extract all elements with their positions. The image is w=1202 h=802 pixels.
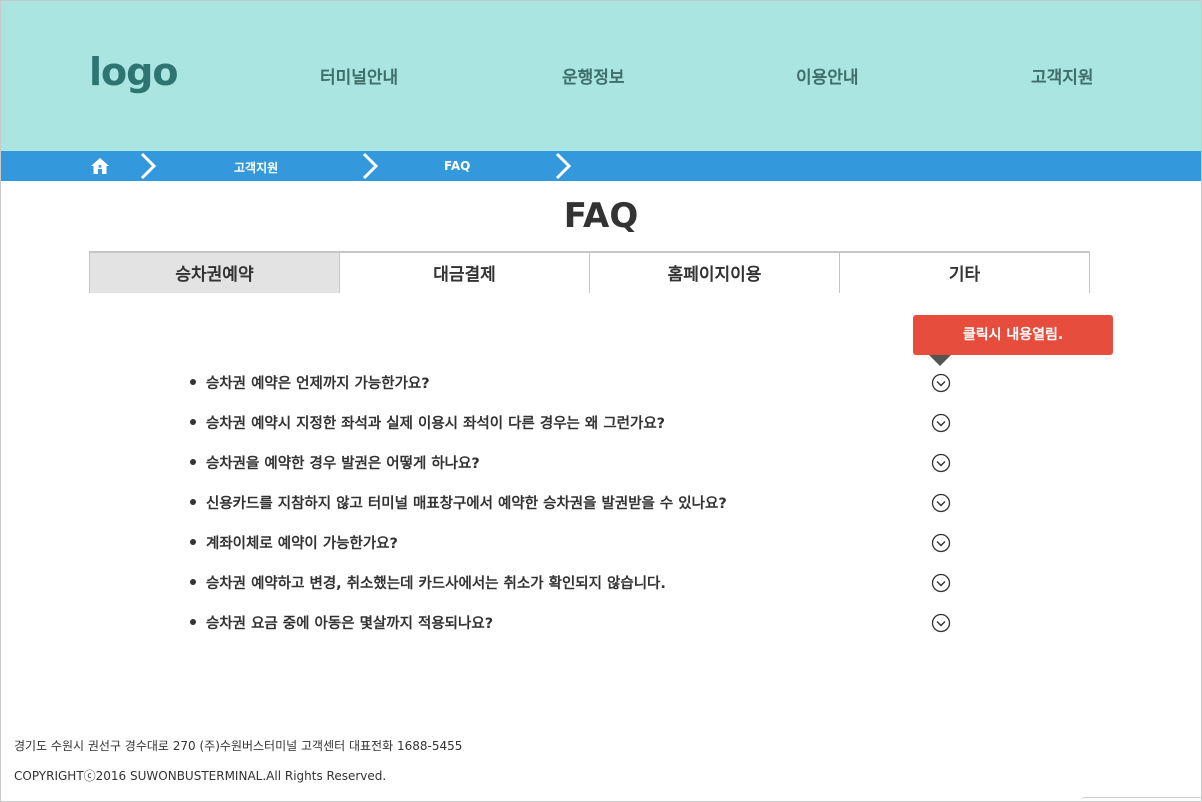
footer-copyright: COPYRIGHTⓒ2016 SUWONBUSTERMINAL.All Righ… [14,769,387,783]
breadcrumb-item-faq[interactable]: FAQ [444,159,470,173]
breadcrumb-item-support[interactable]: 고객지원 [234,159,278,176]
chevron-down-circle-icon[interactable] [931,453,951,473]
page-title: FAQ [563,196,639,236]
tab-payment[interactable]: 대금결제 [340,253,590,293]
faq-item[interactable]: 승차권을 예약한 경우 발권은 어떻게 하나요? [190,442,970,482]
faq-question[interactable]: 승차권 예약은 언제까지 가능한가요? [206,372,430,393]
chevron-down-circle-icon[interactable] [931,573,951,593]
bullet-icon [190,459,196,465]
faq-question[interactable]: 승차권 예약시 지정한 좌석과 실제 이용시 좌석이 다른 경우는 왜 그런가요… [206,412,665,433]
faq-item[interactable]: 계좌이체로 예약이 가능한가요? [190,522,970,562]
home-icon[interactable] [90,157,110,175]
faq-item[interactable]: 승차권 예약하고 변경, 취소했는데 카드사에서는 취소가 확인되지 않습니다. [190,562,970,602]
chevron-down-circle-icon[interactable] [931,413,951,433]
chevron-right-icon [140,152,157,180]
click-hint-tooltip: 클릭시 내용열림. [913,315,1113,355]
faq-question[interactable]: 승차권 요금 중에 아동은 몇살까지 적용되나요? [206,612,493,633]
breadcrumb: 고객지원 FAQ [1,151,1201,181]
faq-list: 승차권 예약은 언제까지 가능한가요? 승차권 예약시 지정한 좌석과 실제 이용… [190,362,970,642]
faq-question[interactable]: 승차권 예약하고 변경, 취소했는데 카드사에서는 취소가 확인되지 않습니다. [206,572,666,593]
chevron-down-circle-icon[interactable] [931,613,951,633]
bullet-icon [190,619,196,625]
faq-question[interactable]: 계좌이체로 예약이 가능한가요? [206,532,398,553]
chevron-right-icon [555,152,572,180]
faq-question[interactable]: 신용카드를 지참하지 않고 터미널 매표창구에서 예약한 승차권을 발권받을 수… [206,492,727,513]
footer-address: 경기도 수원시 권선구 경수대로 270 (주)수원버스터미널 고객센터 대표전… [14,739,463,753]
chevron-down-circle-icon[interactable] [931,373,951,393]
bullet-icon [190,499,196,505]
nav-usage-guide[interactable]: 이용안내 [796,63,859,88]
chevron-right-icon [362,152,379,180]
nav-operation-info[interactable]: 운행정보 [562,63,625,88]
faq-item[interactable]: 승차권 예약시 지정한 좌석과 실제 이용시 좌석이 다른 경우는 왜 그런가요… [190,402,970,442]
nav-customer-support[interactable]: 고객지원 [1031,63,1094,88]
faq-item[interactable]: 승차권 예약은 언제까지 가능한가요? [190,362,970,402]
site-header: logo 터미널안내 운행정보 이용안내 고객지원 [1,1,1201,151]
faq-item[interactable]: 신용카드를 지참하지 않고 터미널 매표창구에서 예약한 승차권을 발권받을 수… [190,482,970,522]
logo[interactable]: logo [89,53,178,91]
bullet-icon [190,539,196,545]
bullet-icon [190,379,196,385]
faq-item[interactable]: 승차권 요금 중에 아동은 몇살까지 적용되나요? [190,602,970,642]
bullet-icon [190,419,196,425]
faq-question[interactable]: 승차권을 예약한 경우 발권은 어떻게 하나요? [206,452,480,473]
tab-other[interactable]: 기타 [840,253,1089,293]
chevron-down-circle-icon[interactable] [931,493,951,513]
chevron-down-circle-icon[interactable] [931,533,951,553]
bullet-icon [190,579,196,585]
nav-terminal-info[interactable]: 터미널안내 [320,63,398,88]
tab-homepage-use[interactable]: 홈페이지이용 [590,253,840,293]
faq-category-tabs: 승차권예약 대금결제 홈페이지이용 기타 [89,251,1090,293]
scroll-edge [1080,797,1202,802]
tab-ticket-reservation[interactable]: 승차권예약 [90,253,340,293]
